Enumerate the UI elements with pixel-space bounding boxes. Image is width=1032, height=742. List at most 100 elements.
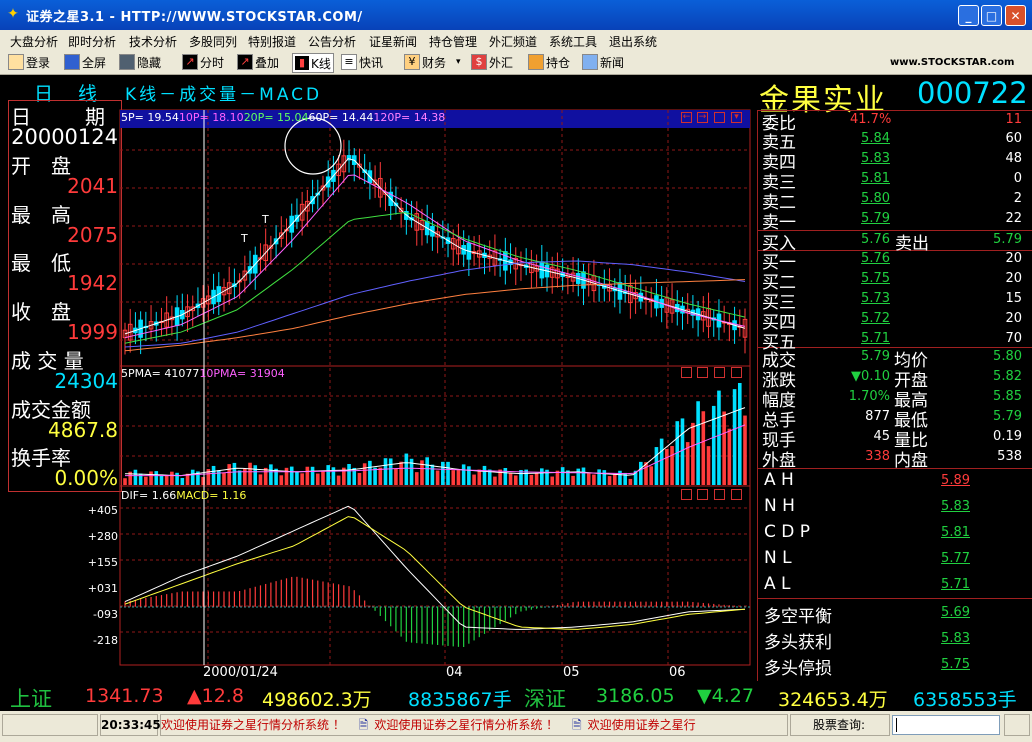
dropdown-arrow-icon[interactable]: ▾ [456, 57, 461, 67]
toolbar-position-button[interactable]: 持仓 [528, 53, 570, 71]
volume-bar [493, 476, 497, 485]
resize-grip[interactable] [1004, 714, 1030, 736]
doc-icon: 🗎 [358, 718, 369, 732]
stock-code: 000722 [917, 76, 1028, 110]
volume-bar [540, 468, 544, 485]
indicator-value[interactable]: 5.77 [930, 551, 970, 566]
volume-bar [232, 462, 237, 485]
vol-ma5-label: 5PMA= 41077 [121, 367, 200, 380]
volume-bar [581, 467, 586, 485]
signal-value[interactable]: 5.83 [930, 631, 970, 646]
close-button[interactable]: ✕ [1005, 5, 1026, 26]
sell-price[interactable]: 5.84 [855, 131, 890, 146]
sz-label[interactable]: 深证 [524, 683, 566, 713]
volume-bar [482, 465, 487, 485]
menu-item[interactable]: 证星新闻 [369, 33, 417, 50]
menu-item[interactable]: 持仓管理 [429, 33, 477, 50]
next-icon[interactable]: → [697, 112, 708, 123]
toolbar-fullscreen-button[interactable]: 全屏 [64, 53, 106, 71]
ma10-label: 10P= 18.10 [178, 111, 244, 124]
menu-item[interactable]: 即时分析 [68, 33, 116, 50]
news-ticker[interactable]: 欢迎使用证券之星行情分析系统 ！ 🗎 欢迎使用证券之星行情分析系统 ！ 🗎 欢迎使用… [160, 714, 788, 736]
expand-icon[interactable]: ▾ [731, 112, 742, 123]
prev-icon[interactable] [681, 489, 692, 500]
min-panel-icon[interactable] [714, 367, 725, 378]
finance-icon: ¥ [404, 54, 420, 70]
menu-item[interactable]: 大盘分析 [10, 33, 58, 50]
volume-bar [472, 474, 476, 485]
toolbar-news-flash-button[interactable]: ≡ 快讯 [341, 53, 383, 71]
buy-in-price: 5.76 [861, 232, 890, 247]
toolbar-forex-button[interactable]: $ 外汇 [471, 53, 513, 71]
buy-price[interactable]: 5.73 [855, 291, 890, 306]
toolbar-kline-button[interactable]: ▮ K线 [292, 53, 334, 73]
toolbar-finance-button[interactable]: ¥ 财务 ▾ [404, 53, 461, 71]
signal-label: 多头获利 [764, 633, 832, 653]
volume-bar [503, 468, 508, 485]
volume-bar [149, 471, 153, 485]
macd-histogram [124, 576, 741, 647]
indicator-value[interactable]: 5.83 [930, 499, 970, 514]
close-panel-icon[interactable] [731, 489, 742, 500]
sell-volume: 48 [1005, 151, 1022, 166]
indicator-value[interactable]: 5.81 [930, 525, 970, 540]
volume-bar [711, 405, 716, 485]
sell-price[interactable]: 5.81 [855, 171, 890, 186]
min-panel-icon[interactable] [714, 489, 725, 500]
toolbar-intraday-button[interactable]: ↗ 分时 [182, 53, 224, 71]
sell-price[interactable]: 5.79 [855, 211, 890, 226]
macd-label: MACD= 1.16 [176, 489, 247, 502]
sell-price[interactable]: 5.83 [855, 151, 890, 166]
toolbar-overlay-button[interactable]: ↗ 叠加 [237, 53, 279, 71]
volume-bar [237, 470, 242, 485]
signal-value[interactable]: 5.75 [930, 657, 970, 672]
menu-item[interactable]: 公告分析 [308, 33, 356, 50]
min-panel-icon[interactable] [714, 112, 725, 123]
status-bar: 20:33:45 欢迎使用证券之星行情分析系统 ！ 🗎 欢迎使用证券之星行情分析系… [0, 711, 1032, 742]
marker-T: T [240, 232, 248, 245]
ticker-text: 欢迎使用证券之星行 [587, 718, 696, 732]
signal-value[interactable]: 5.69 [930, 605, 970, 620]
buy-price[interactable]: 5.75 [855, 271, 890, 286]
menu-item[interactable]: 退出系统 [609, 33, 657, 50]
volume-bar [399, 461, 403, 485]
menu-item[interactable]: 系统工具 [549, 33, 597, 50]
menu-item[interactable]: 外汇频道 [489, 33, 537, 50]
sh-label[interactable]: 上证 [10, 683, 52, 713]
stat-value: 877 [865, 409, 890, 424]
sell-price[interactable]: 5.80 [855, 191, 890, 206]
stock-query-input[interactable] [892, 715, 1000, 735]
stat-value: 5.80 [993, 349, 1022, 364]
next-icon[interactable] [697, 367, 708, 378]
panel-divider [757, 110, 758, 681]
minimize-button[interactable]: _ [958, 5, 979, 26]
buy-price[interactable]: 5.71 [855, 331, 890, 346]
buy-price[interactable]: 5.72 [855, 311, 890, 326]
toolbar-news-button[interactable]: 新闻 [582, 53, 624, 71]
indicator-value[interactable]: 5.71 [930, 577, 970, 592]
volume-bar [618, 470, 622, 485]
toolbar-hide-button[interactable]: 隐藏 [119, 53, 161, 71]
next-icon[interactable] [697, 489, 708, 500]
prev-icon[interactable]: ← [681, 112, 692, 123]
sell-volume: 2 [1013, 191, 1022, 206]
menu-bar: 大盘分析 即时分析 技术分析 多股同列 特别报道 公告分析 证星新闻 持仓管理 … [0, 30, 1032, 50]
indicator-value[interactable]: 5.89 [930, 473, 970, 488]
menu-item[interactable]: 多股同列 [189, 33, 237, 50]
menu-item[interactable]: 技术分析 [129, 33, 177, 50]
menu-item[interactable]: 特别报道 [248, 33, 296, 50]
volume-bar [315, 473, 320, 485]
close-panel-icon[interactable] [731, 367, 742, 378]
maximize-button[interactable]: □ [981, 5, 1002, 26]
volume-bar [123, 478, 127, 485]
ma5-label: 5P= 19.54 [121, 111, 179, 124]
x-tick: 06 [669, 665, 686, 680]
prev-icon[interactable] [681, 367, 692, 378]
volume-bar [222, 472, 226, 485]
volume-bar [743, 415, 747, 485]
buy-price[interactable]: 5.76 [855, 251, 890, 266]
toolbar-label: 新闻 [600, 55, 625, 70]
toolbar-login-button[interactable]: 登录 [8, 53, 50, 71]
ma-lines [124, 158, 746, 630]
brand-logo[interactable]: www.STOCKSTAR.com [890, 57, 1014, 68]
